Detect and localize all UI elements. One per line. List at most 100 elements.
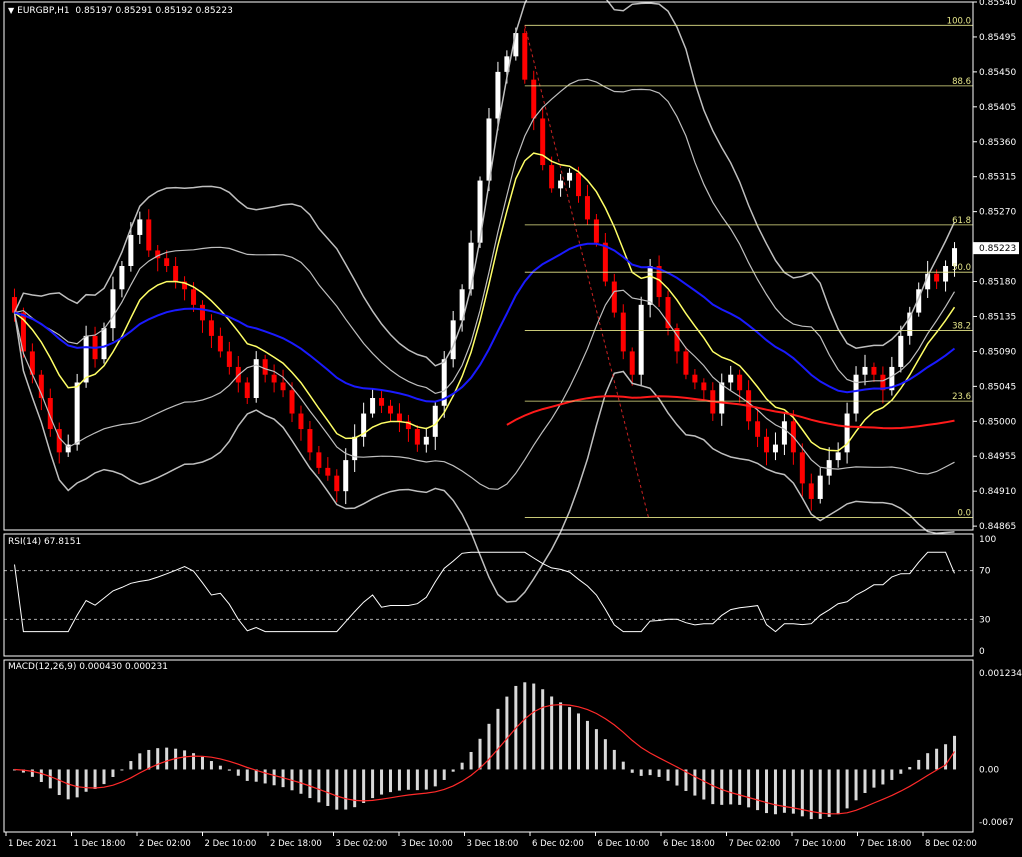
candle-body (217, 335, 223, 352)
candle-body (844, 413, 850, 453)
macd-histogram-bar (371, 769, 375, 799)
macd-histogram-bar (165, 747, 169, 770)
macd-histogram-bar (773, 769, 777, 815)
candle-body (164, 258, 170, 266)
macd-histogram-bar (657, 769, 661, 777)
time-tick-label: 2 Dec 18:00 (270, 839, 322, 849)
price-tick-label: 0.85090 (979, 347, 1016, 357)
macd-histogram-bar (863, 769, 867, 793)
candle-body (755, 421, 761, 437)
candle-body (110, 289, 116, 329)
candle-body (396, 413, 402, 422)
candle-body (522, 33, 528, 80)
time-tick-label: 2 Dec 10:00 (205, 839, 257, 849)
candle-body (83, 335, 89, 383)
macd-histogram-bar (756, 769, 760, 811)
macd-histogram-bar (236, 769, 240, 776)
time-tick-label: 1 Dec 18:00 (74, 839, 126, 849)
candle-body (620, 312, 626, 352)
macd-histogram-bar (478, 738, 482, 770)
candle-body (871, 366, 877, 375)
macd-histogram-bar (460, 762, 464, 770)
candle-body (898, 335, 904, 367)
price-tick-label: 0.84865 (979, 522, 1016, 532)
dropdown-triangle-icon[interactable]: ▼ (8, 6, 14, 15)
macd-histogram-bar (630, 769, 634, 773)
macd-histogram-bar (890, 769, 894, 780)
candle-body (191, 289, 197, 305)
candle-body (540, 118, 546, 166)
candle-body (119, 266, 125, 290)
macd-histogram-bar (93, 769, 97, 789)
current-price-label: 0.85223 (979, 244, 1016, 254)
candle-body (289, 390, 295, 414)
macd-histogram-bar (702, 769, 706, 800)
fib-level-label: 88.6 (952, 77, 971, 87)
macd-histogram-bar (747, 769, 751, 808)
macd-histogram-bar (559, 702, 563, 770)
macd-histogram-bar (872, 769, 876, 788)
macd-histogram-bar (415, 769, 419, 791)
fib-level-label: 0.0 (957, 509, 971, 519)
trading-chart[interactable]: 100.0 88.6 61.8 50.0 38.2 23.6 0.0 0.85540 0.85… (0, 0, 1022, 857)
macd-histogram-bar (693, 769, 697, 796)
candle-body (370, 398, 376, 414)
macd-histogram-bar (30, 769, 34, 777)
candle-body (495, 71, 501, 119)
macd-histogram-bar (147, 749, 151, 770)
candle-body (728, 374, 734, 383)
macd-histogram-bar (568, 707, 572, 770)
macd-tick-label: 0.001234 (979, 669, 1022, 679)
macd-histogram-bar (675, 769, 679, 786)
macd-histogram-bar (550, 696, 554, 770)
time-tick-label: 6 Dec 02:00 (532, 839, 584, 849)
macd-histogram-bar (254, 769, 258, 782)
candle-body (862, 366, 868, 375)
candle-body (934, 273, 940, 282)
candle-body (719, 382, 725, 414)
price-tick-label: 0.85360 (979, 138, 1016, 148)
candle-body (379, 398, 385, 406)
candle-body (325, 467, 331, 476)
macd-histogram-bar (84, 769, 88, 792)
macd-histogram-bar (129, 761, 133, 770)
macd-histogram-bar (156, 748, 160, 770)
macd-histogram-bar (245, 769, 249, 781)
candle-body (173, 266, 179, 282)
macd-histogram-bar (424, 769, 428, 790)
candle-body (387, 405, 393, 414)
candle-body (128, 234, 134, 266)
rsi-tick-label: 70 (979, 567, 991, 577)
macd-histogram-bar (227, 769, 231, 771)
candle-body (683, 351, 689, 375)
macd-histogram-bar (326, 769, 330, 806)
candle-body (764, 436, 770, 453)
candle-body (137, 219, 143, 235)
macd-histogram-bar (433, 769, 437, 787)
rsi-header: RSI(14) 67.8151 (8, 537, 81, 547)
price-tick-label: 0.85135 (979, 312, 1016, 322)
candle-body (343, 460, 349, 492)
macd-histogram-bar (881, 769, 885, 785)
candle-body (808, 483, 814, 499)
macd-histogram-bar (138, 753, 142, 770)
rsi-label: RSI(14) 67.8151 (8, 537, 82, 547)
candle-body (558, 180, 564, 189)
time-tick-label: 7 Dec 18:00 (860, 839, 912, 849)
candle-body (199, 304, 205, 321)
price-tick-label: 0.85000 (979, 417, 1016, 427)
macd-histogram-bar (39, 769, 43, 782)
candle-body (701, 382, 707, 391)
time-tick-label: 6 Dec 10:00 (598, 839, 650, 849)
candle-body (835, 452, 841, 461)
candle-body (584, 196, 590, 220)
macd-histogram-bar (827, 769, 831, 817)
macd-histogram-bar (209, 761, 213, 770)
macd-histogram-bar (362, 769, 366, 804)
time-tick-label: 6 Dec 18:00 (663, 839, 715, 849)
macd-histogram-bar (200, 756, 204, 770)
candle-body (271, 374, 277, 383)
rsi-tick-label: 30 (979, 615, 991, 625)
macd-histogram-bar (397, 769, 401, 791)
fib-level-label: 100.0 (947, 16, 971, 26)
